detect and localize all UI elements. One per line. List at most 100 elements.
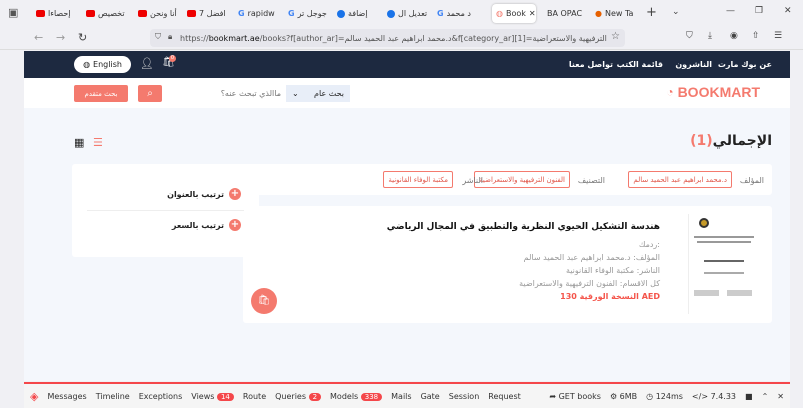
tab[interactable]: BA OPAC [547, 4, 582, 23]
book-title[interactable]: هندسة التشكيل الحيوي النظرية والتطبيق في… [387, 222, 660, 232]
cart-count-badge: 0 [169, 55, 176, 62]
youtube-icon [86, 10, 95, 17]
total-label: الإجمالي [712, 133, 772, 149]
debug-tab-gate[interactable]: Gate [421, 392, 440, 401]
new-tab-icon[interactable]: + [646, 5, 657, 20]
sort-panel: ترتيب بالعنوان + ترتيب بالسعر + [72, 164, 259, 257]
close-icon[interactable]: ✕ [777, 392, 784, 401]
search-icon: ⌕ [147, 88, 153, 99]
url-prefix: https:// [180, 33, 209, 43]
tab[interactable]: أنا ونحن [138, 4, 177, 23]
advanced-search-button[interactable]: بحث متقدم [74, 85, 128, 102]
folder-icon[interactable]: ■ [745, 392, 753, 401]
memory-info: ⚙ 6MB [610, 392, 637, 401]
code-icon: </> [691, 391, 709, 401]
scrollbar[interactable] [790, 51, 803, 381]
plus-icon: + [229, 188, 241, 200]
reload-icon[interactable]: ↻ [78, 31, 87, 44]
tab[interactable]: افضل 7 [187, 4, 226, 23]
logo-icon: ◔ [666, 85, 674, 99]
globe-icon: ◍ [83, 60, 91, 69]
debug-tab-models[interactable]: Models 338 [330, 392, 383, 401]
account-icon[interactable]: ◉ [730, 31, 738, 41]
tab[interactable]: G جوجل تر [288, 4, 327, 23]
book-category: كل الاقسام: الفنون الترفيهية والاستعراضي… [519, 279, 660, 288]
close-icon[interactable]: ✕ [529, 9, 536, 18]
laravel-icon[interactable]: ◈ [30, 390, 38, 403]
google-icon: G [437, 9, 444, 18]
pocket-icon[interactable]: ⛉ [686, 31, 693, 41]
language-button[interactable]: ◍ English [74, 56, 131, 73]
tab[interactable]: تعديل ال [387, 4, 427, 23]
debug-tab-route[interactable]: Route [243, 392, 266, 401]
nav-books[interactable]: قائمة الكتب [617, 60, 663, 69]
tab[interactable]: إحصاءا [36, 4, 71, 23]
sort-by-title[interactable]: ترتيب بالعنوان + [167, 188, 241, 200]
add-to-cart-button[interactable]: 🛍︎ [251, 288, 277, 314]
share-icon: ➦ [549, 391, 557, 401]
search-type-select[interactable]: ⌄ بحث عام [286, 85, 350, 102]
restore-icon[interactable]: ❐ [755, 6, 763, 16]
google-icon: G [288, 9, 295, 18]
bookmart-icon: ◍ [496, 9, 503, 18]
minimize-icon[interactable]: — [726, 6, 735, 16]
book-price: النسخة الورقية 130 AED [560, 292, 660, 301]
url-path: /books?f[author_ar]=د.محمد ابراهيم عبد ا… [259, 33, 607, 43]
tab-label: Book [505, 9, 526, 18]
debug-tab-timeline[interactable]: Timeline [96, 392, 130, 401]
chevron-down-icon: ⌄ [292, 89, 299, 98]
debug-tab-session[interactable]: Session [449, 392, 480, 401]
debug-tab-messages[interactable]: Messages [47, 392, 86, 401]
url-input[interactable]: ⛉ 🔒︎ https://bookmart.ae/books?f[author_… [150, 29, 625, 47]
nav-publishers[interactable]: الناشرون [675, 60, 712, 69]
chevron-up-icon[interactable]: ⌃ [762, 392, 769, 401]
tab-active[interactable]: ◍ Book ✕ [492, 4, 536, 23]
url-domain: bookmart.ae [208, 33, 260, 43]
download-icon[interactable]: ⤓ [708, 31, 712, 41]
grid-view-icon[interactable]: ▦ [74, 136, 84, 149]
back-icon[interactable]: ← [34, 31, 43, 44]
tab-label: د محمد [446, 9, 471, 18]
list-view-icon[interactable]: ☰ [93, 136, 103, 149]
category-filter-chip[interactable]: الفنون الترفيهية والاستعراضية [474, 171, 570, 188]
debug-tab-exceptions[interactable]: Exceptions [139, 392, 183, 401]
publisher-filter-chip[interactable]: مكتبة الوفاء القانونية [383, 171, 453, 188]
tab[interactable]: Grapidw [238, 4, 275, 23]
tab[interactable]: ● New Ta [595, 4, 633, 23]
bag-icon: 🛍︎ [257, 295, 271, 306]
logo[interactable]: ◔ BOOKMART [666, 84, 760, 100]
forward-icon[interactable]: → [56, 31, 65, 44]
youtube-icon [138, 10, 147, 17]
php-version: 7.4.33 [710, 391, 737, 401]
tab[interactable]: تخصيص [86, 4, 125, 23]
nav-contact[interactable]: تواصل معنا [569, 60, 613, 69]
nav-about[interactable]: عن بوك مارت [718, 60, 772, 69]
debug-tab-request[interactable]: Request [488, 392, 521, 401]
search-input[interactable]: ماالذي تبحث عنه؟ [172, 85, 287, 102]
user-icon[interactable]: 👤︎ [140, 57, 154, 70]
debug-tab-views[interactable]: Views 14 [191, 392, 234, 401]
close-window-icon[interactable]: ✕ [784, 6, 792, 16]
sort-by-price[interactable]: ترتيب بالسعر + [172, 219, 241, 231]
debug-tab-queries[interactable]: Queries 2 [275, 391, 322, 401]
tab-label: تخصيص [98, 9, 125, 18]
circle-icon [337, 9, 345, 18]
active-filters: المؤلف د.محمد ابراهيم عبد الحميد سالم ال… [243, 164, 772, 195]
tab[interactable]: إضافة [337, 4, 368, 23]
tab[interactable]: Gد محمد [437, 4, 471, 23]
author-filter-chip[interactable]: د.محمد ابراهيم عبد الحميد سالم [628, 171, 732, 188]
book-cover[interactable] [688, 214, 758, 314]
extensions-icon[interactable]: ⇧ [752, 31, 760, 41]
chevron-down-icon[interactable]: ⌄ [672, 7, 680, 17]
bookmark-star-icon[interactable]: ☆ [611, 31, 620, 42]
tab-label: Queries [275, 391, 307, 401]
tab-strip: ▣ إحصاءا تخصيص أنا ونحن افضل 7 Grapidw G… [0, 0, 803, 26]
views-badge: 14 [216, 392, 234, 401]
tab-list-icon[interactable]: ▣ [8, 6, 18, 19]
search-button[interactable]: ⌕ [138, 85, 162, 102]
tab-label: BA OPAC [547, 9, 583, 18]
advanced-search-label: بحث متقدم [84, 89, 118, 98]
top-nav: عن بوك مارت الناشرون قائمة الكتب تواصل م… [24, 51, 790, 78]
debug-tab-mails[interactable]: Mails [391, 392, 411, 401]
menu-icon[interactable]: ☰ [774, 31, 782, 41]
